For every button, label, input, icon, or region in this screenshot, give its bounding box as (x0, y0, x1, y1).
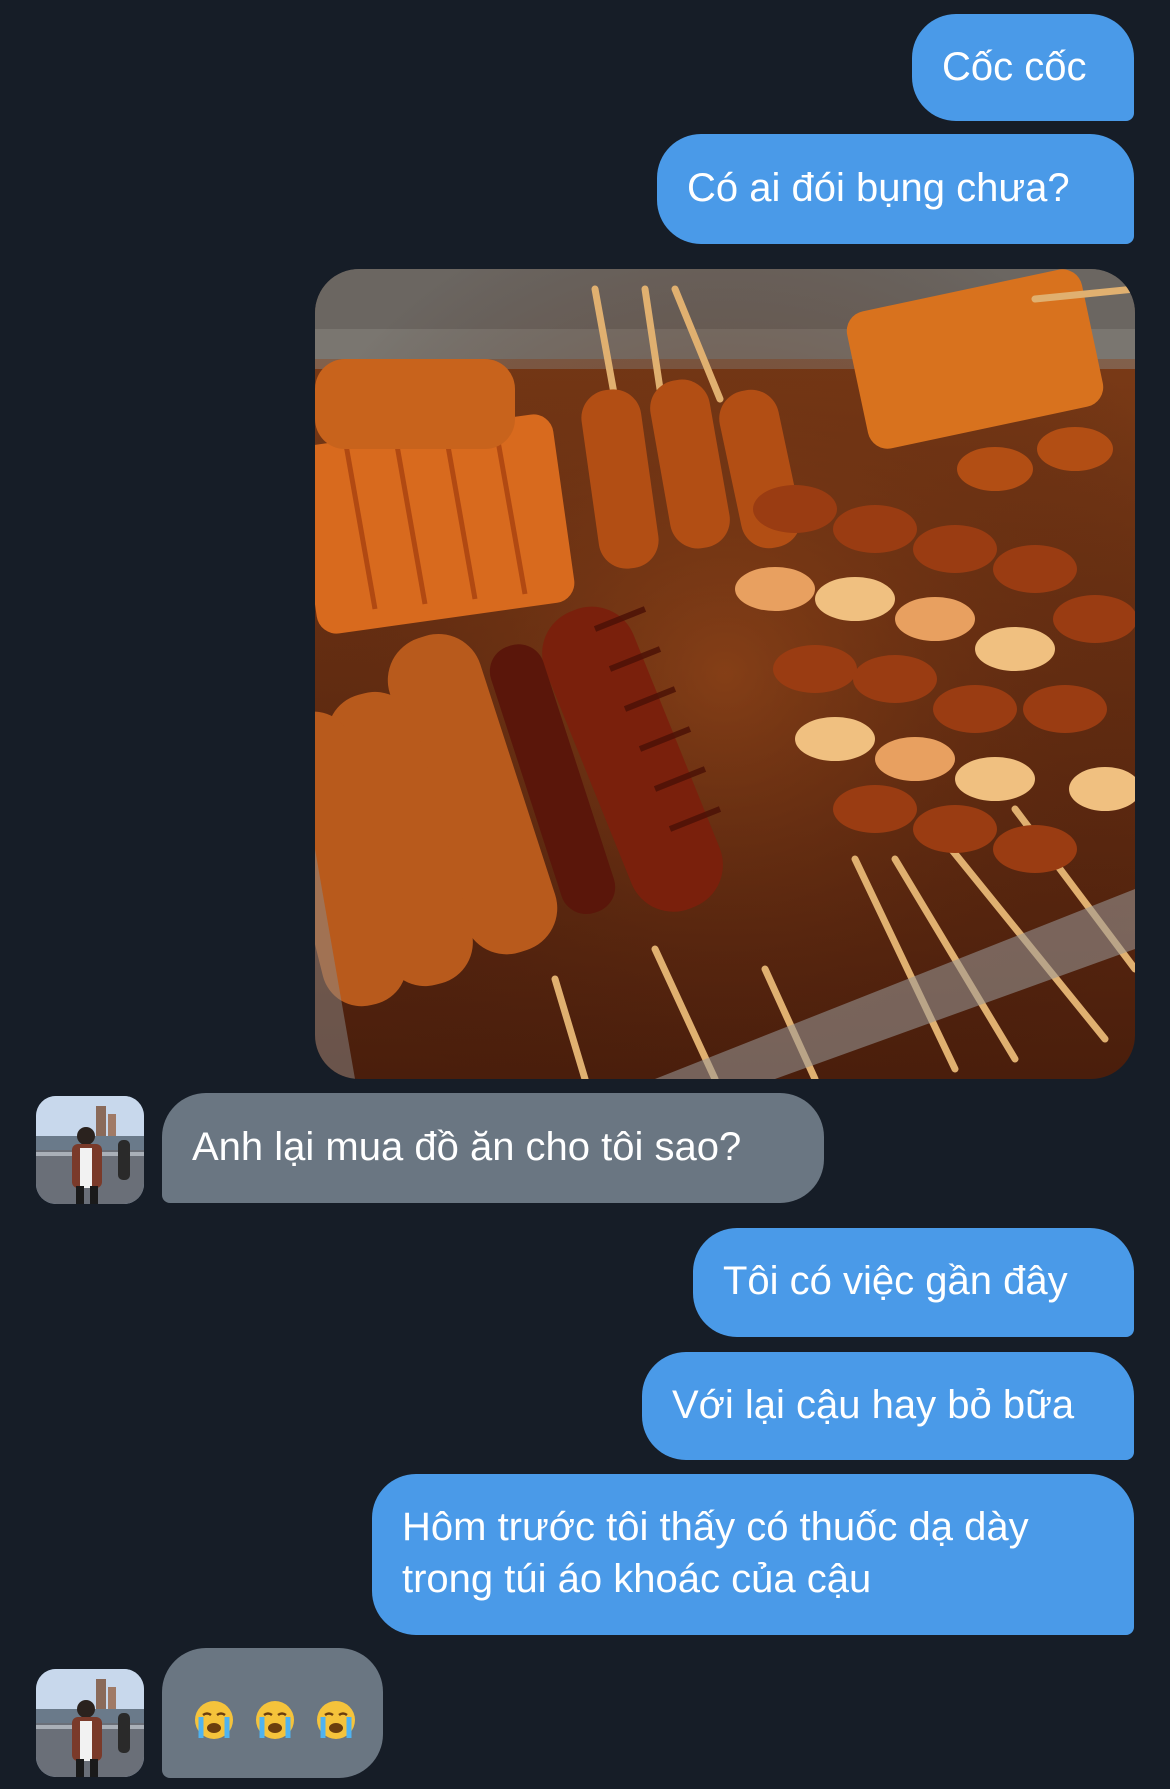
message-text: Tôi có việc gần đây (723, 1259, 1068, 1303)
loudly-crying-face-icon (194, 1700, 234, 1740)
emoji-message-text: 😭 😭 😭 (366, 1692, 367, 1693)
message-bubble-outgoing[interactable]: Tôi có việc gần đây (693, 1228, 1134, 1337)
message-bubble-outgoing[interactable]: Có ai đói bụng chưa? (657, 134, 1134, 244)
message-text: Với lại cậu hay bỏ bữa (672, 1383, 1075, 1427)
message-bubble-incoming[interactable]: 😭 😭 😭 (162, 1648, 383, 1778)
message-bubble-incoming[interactable]: Anh lại mua đồ ăn cho tôi sao? (162, 1093, 824, 1203)
loudly-crying-face-icon (255, 1700, 295, 1740)
message-text: Cốc cốc (942, 45, 1087, 89)
loudly-crying-face-icon (316, 1700, 356, 1740)
message-text-line-2: trong túi áo khoác của cậu (402, 1557, 872, 1601)
message-bubble-outgoing[interactable]: Cốc cốc (912, 14, 1134, 121)
message-text: Anh lại mua đồ ăn cho tôi sao? (192, 1125, 742, 1169)
message-bubble-outgoing[interactable]: Với lại cậu hay bỏ bữa (642, 1352, 1134, 1460)
food-photo[interactable] (315, 269, 1135, 1079)
avatar[interactable] (36, 1669, 144, 1777)
message-text: Có ai đói bụng chưa? (687, 166, 1070, 210)
message-bubble-outgoing[interactable]: Hôm trước tôi thấy có thuốc dạ dày trong… (372, 1474, 1134, 1635)
message-text-line-1: Hôm trước tôi thấy có thuốc dạ dày (402, 1505, 1029, 1549)
avatar[interactable] (36, 1096, 144, 1204)
